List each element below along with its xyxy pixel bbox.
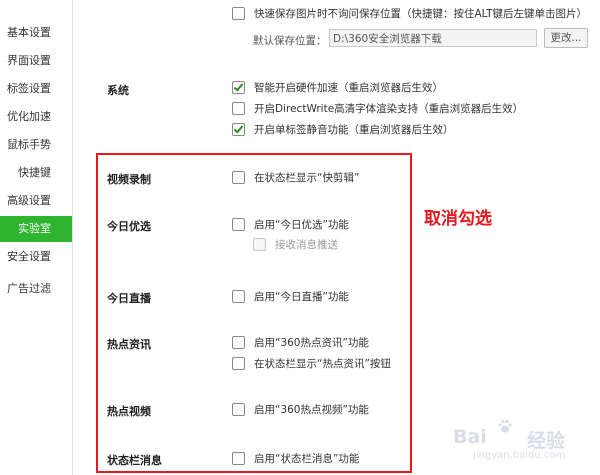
- sidebar-item-label: 鼠标手势: [7, 138, 51, 151]
- hardware-accel-option[interactable]: 智能开启硬件加速（重启浏览器后生效）: [232, 80, 592, 96]
- sidebar-item-label: 基本设置: [7, 26, 51, 39]
- tab-mute-checkbox[interactable]: [232, 123, 245, 136]
- sidebar-item-shortcuts[interactable]: 快捷键: [0, 160, 72, 186]
- paw-logo-icon: [498, 419, 512, 433]
- settings-sidebar: 基本设置 界面设置 标签设置 优化加速 鼠标手势 快捷键 高级设置 实验室 安全…: [0, 0, 73, 475]
- change-location-button[interactable]: 更改...: [544, 28, 588, 48]
- quick-save-label: 快速保存图片时不询问保存位置（快捷键：按住ALT键后左键单击图片）: [254, 8, 587, 20]
- sidebar-item-ad-filter[interactable]: 广告过滤: [0, 276, 72, 302]
- directwrite-checkbox[interactable]: [232, 102, 245, 115]
- watermark-brand: Bai: [453, 426, 487, 448]
- hardware-accel-checkbox[interactable]: [232, 81, 245, 94]
- save-location-label: 默认保存位置：: [253, 35, 327, 47]
- watermark-cn: 经验: [527, 430, 566, 452]
- save-location-field[interactable]: D:\360安全浏览器下载: [329, 29, 537, 47]
- directwrite-option[interactable]: 开启DirectWrite高清字体渲染支持（重启浏览器后生效）: [232, 101, 592, 117]
- sidebar-item-tabs[interactable]: 标签设置: [0, 76, 72, 102]
- sidebar-item-label: 优化加速: [7, 110, 51, 123]
- quick-save-checkbox[interactable]: [232, 7, 245, 20]
- directwrite-label: 开启DirectWrite高清字体渲染支持（重启浏览器后生效）: [254, 103, 524, 115]
- hardware-accel-label: 智能开启硬件加速（重启浏览器后生效）: [254, 82, 443, 94]
- sidebar-item-label: 高级设置: [7, 194, 51, 207]
- sidebar-item-label: 广告过滤: [7, 282, 51, 295]
- sidebar-item-security[interactable]: 安全设置: [0, 244, 72, 270]
- sidebar-item-basic[interactable]: 基本设置: [0, 20, 72, 46]
- highlight-box: [96, 153, 412, 473]
- annotation-text: 取消勾选: [424, 209, 492, 229]
- quick-save-option[interactable]: 快速保存图片时不询问保存位置（快捷键：按住ALT键后左键单击图片）: [232, 6, 592, 22]
- sidebar-item-label: 界面设置: [7, 54, 51, 67]
- sidebar-item-optimize[interactable]: 优化加速: [0, 104, 72, 130]
- sidebar-item-interface[interactable]: 界面设置: [0, 48, 72, 74]
- baidu-jingyan-watermark: Bai 经验 jingyan.baidu.com: [453, 416, 593, 466]
- tab-mute-label: 开启单标签静音功能（重启浏览器后生效）: [254, 124, 454, 136]
- sidebar-item-label: 快捷键: [18, 166, 51, 179]
- sidebar-item-mouse-gestures[interactable]: 鼠标手势: [0, 132, 72, 158]
- sidebar-item-advanced[interactable]: 高级设置: [0, 188, 72, 214]
- watermark-url: jingyan.baidu.com: [473, 450, 566, 461]
- sidebar-item-lab[interactable]: 实验室: [0, 216, 72, 242]
- sidebar-item-label: 安全设置: [7, 250, 51, 263]
- tab-mute-option[interactable]: 开启单标签静音功能（重启浏览器后生效）: [232, 122, 592, 138]
- sidebar-item-label: 标签设置: [7, 82, 51, 95]
- system-section-label: 系统: [107, 84, 129, 97]
- sidebar-item-label: 实验室: [18, 222, 51, 235]
